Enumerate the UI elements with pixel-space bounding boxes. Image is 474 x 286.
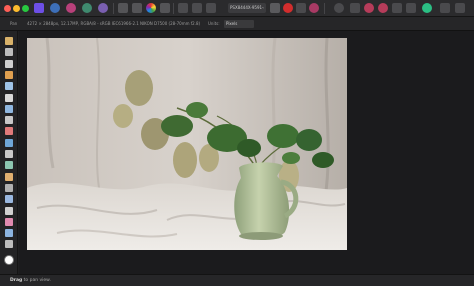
app-window: PSX8444X-9591-4B5... Pan 4272 × 2848px, … [0,0,474,286]
blemish-icon[interactable] [5,183,13,192]
view-mode-icon[interactable] [118,3,128,13]
hand-tool-icon[interactable] [5,37,13,45]
pen-tool-icon[interactable] [5,195,13,204]
paint-brush-icon[interactable] [5,127,13,136]
layer-icon[interactable] [406,3,416,13]
arrange-icon[interactable] [350,3,360,13]
record-macro-icon[interactable] [283,3,293,13]
document-tab[interactable]: PSX8444X-9591-4B5... [228,3,266,13]
gradient-tool-icon[interactable] [5,217,13,226]
share-icon[interactable] [364,3,374,13]
image-info-text: 4272 × 2848px, 12.17MP, RGBA/8 - sRGB IE… [27,21,139,26]
liquify-persona-icon[interactable] [50,3,60,13]
color-wheel-icon[interactable] [146,3,156,13]
document-photo[interactable] [27,38,347,250]
auto-levels-icon[interactable] [132,3,142,13]
view-tool-icon[interactable] [5,48,13,57]
still-life-image [27,38,347,250]
zoom-tool-icon[interactable] [5,240,13,249]
zoom-window-button[interactable] [22,5,29,12]
snapping-icon[interactable] [270,3,280,13]
develop-persona-icon[interactable] [66,3,76,13]
toolbar-divider [324,3,325,14]
camera-info-text: NIKON D7500 (28-70mm f2.8) [140,21,201,26]
units-label: Units: [208,21,220,26]
units-select[interactable]: Pixels [224,20,254,28]
frame-text-icon[interactable] [5,206,13,215]
mask-mode-icon[interactable] [178,3,188,13]
tone-map-persona-icon[interactable] [82,3,92,13]
tools-panel [0,31,18,274]
marquee-icon[interactable] [5,116,13,125]
close-window-button[interactable] [4,5,11,12]
toolbar: PSX8444X-9591-4B5... [0,0,474,17]
document-tab-label: PSX8444X-9591-4B5... [230,5,264,10]
primary-color-well[interactable] [4,255,14,265]
context-toolbar: Pan 4272 × 2848px, 12.17MP, RGBA/8 - sRG… [0,17,474,31]
settings-icon[interactable] [334,3,344,13]
export-persona-icon[interactable] [98,3,108,13]
erase-brush-icon[interactable] [5,150,13,158]
status-hint: to pan view. [23,278,51,283]
status-bar: Drag to pan view. [0,274,474,286]
move-tool-icon[interactable] [5,59,13,68]
clone-brush-icon[interactable] [5,172,13,181]
color-picker-icon[interactable] [5,70,13,79]
auto-white-balance-icon[interactable] [160,3,170,13]
fullscreen-icon[interactable] [455,3,465,13]
alignment-icon[interactable] [378,3,388,13]
dodge-brush-icon[interactable] [5,161,13,170]
tool-name-label: Pan [10,21,18,26]
flood-select-icon[interactable] [5,104,13,113]
studio-panel-icon[interactable] [440,3,450,13]
status-action: Drag [10,278,23,283]
fill-tool-icon[interactable] [5,138,13,147]
quick-mask-icon[interactable] [206,3,216,13]
selection-mode-icon[interactable] [192,3,202,13]
canvas-area[interactable] [19,31,474,274]
toolbar-divider [173,3,174,14]
account-avatar[interactable] [422,3,432,13]
transform-icon[interactable] [392,3,402,13]
selection-brush-icon[interactable] [5,93,13,102]
brush-persona-icon[interactable] [309,3,319,13]
minimize-window-button[interactable] [13,5,20,12]
photo-persona-icon[interactable] [34,3,44,13]
assistant-icon[interactable] [296,3,306,13]
status-message: Drag to pan view. [10,278,51,284]
toolbar-divider [113,3,114,14]
shape-tool-icon[interactable] [5,229,13,238]
crop-tool-icon[interactable] [5,82,13,91]
